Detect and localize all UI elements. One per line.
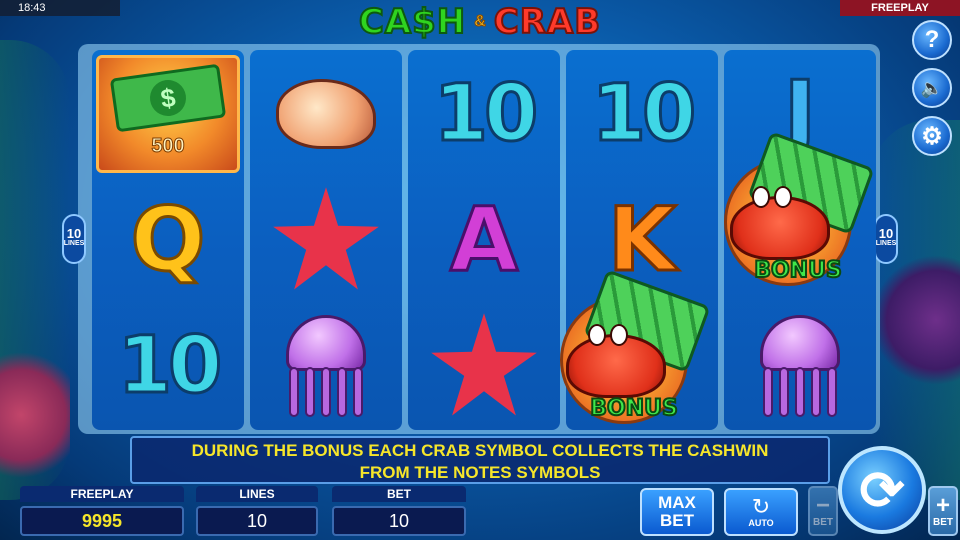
- reel-cell: 10: [92, 306, 244, 426]
- banknote-icon: $: [109, 63, 227, 132]
- reel-cell: 10: [408, 54, 560, 174]
- bet-title: BET: [332, 486, 466, 502]
- reel-cell: [250, 54, 402, 174]
- cash-value: 500: [151, 134, 185, 157]
- dollar-icon: $: [147, 77, 189, 118]
- reel-cell: A: [408, 180, 560, 300]
- settings-icon: ⚙: [921, 122, 943, 150]
- bonus-crab-symbol: BONUS: [708, 131, 875, 296]
- jellyfish-dome: [286, 315, 366, 371]
- jellyfish-tentacle: [321, 367, 331, 417]
- symbol-a: A: [448, 188, 519, 291]
- starfish-symbol: [273, 187, 379, 290]
- jellyfish-symbol: [276, 311, 376, 421]
- lines-panel: LINES 10: [196, 486, 318, 540]
- lines-title: LINES: [196, 486, 318, 502]
- reel-3: 10 A: [408, 50, 560, 430]
- reel-2: [250, 50, 402, 430]
- lines-badge-count: 10: [878, 226, 894, 241]
- info-banner: DURING THE BONUS EACH CRAB SYMBOL COLLEC…: [130, 436, 830, 484]
- freeplay-title: FREEPLAY: [20, 486, 184, 502]
- seashell-symbol: [276, 79, 376, 149]
- game-logo: CA$H & CRAB: [330, 1, 630, 43]
- bonus-label: BONUS: [753, 257, 843, 284]
- symbol-10: 10: [432, 69, 540, 159]
- seaweed-left-decoration: [0, 40, 70, 500]
- spin-button[interactable]: ⟳: [838, 446, 926, 534]
- sound-button[interactable]: 🔈: [912, 68, 952, 108]
- lines-badge-label: LINES: [63, 240, 85, 247]
- crab-eye: [588, 324, 606, 346]
- bonus-label: BONUS: [589, 395, 679, 422]
- auto-play-button[interactable]: ↻ AUTO: [724, 488, 798, 536]
- info-line-1: DURING THE BONUS EACH CRAB SYMBOL COLLEC…: [191, 441, 769, 460]
- help-icon: ?: [924, 26, 940, 53]
- logo-ampersand: &: [474, 13, 487, 31]
- logo-word-crab: CRAB: [493, 1, 602, 43]
- reel-cell: [250, 306, 402, 426]
- jellyfish-symbol: [750, 311, 850, 421]
- bet-decrease-button[interactable]: − BET: [808, 486, 838, 536]
- bet-increase-label: BET: [933, 516, 953, 528]
- reel-cell: $500: [92, 54, 244, 174]
- reel-cell: [408, 306, 560, 426]
- mode-indicator: FREEPLAY: [840, 0, 960, 16]
- jellyfish-dome: [760, 315, 840, 371]
- jellyfish-tentacle: [795, 367, 805, 417]
- lines-badge-left: 10 LINES: [62, 214, 86, 264]
- max-bet-label-2: BET: [660, 511, 694, 530]
- lines-badge-count: 10: [66, 226, 82, 241]
- settings-button[interactable]: ⚙: [912, 116, 952, 156]
- reel-1: $500 Q 10: [92, 50, 244, 430]
- reel-cell: [250, 180, 402, 300]
- jellyfish-tentacle: [763, 367, 773, 417]
- symbol-q: Q: [129, 188, 207, 291]
- logo-word-cash: CA$H: [358, 1, 467, 43]
- bet-panel: BET 10: [332, 486, 466, 540]
- bet-increase-button[interactable]: + BET: [928, 486, 958, 536]
- coral-right-decoration: [880, 250, 960, 390]
- jellyfish-tentacle: [337, 367, 347, 417]
- symbol-10: 10: [116, 321, 224, 411]
- jellyfish-tentacle: [827, 367, 837, 417]
- minus-icon: −: [815, 491, 830, 519]
- symbol-k: K: [606, 188, 677, 291]
- spin-icon: ⟳: [859, 460, 905, 521]
- starfish-symbol: [431, 313, 537, 416]
- auto-play-label: AUTO: [748, 518, 774, 528]
- symbol-10: 10: [590, 69, 698, 159]
- bonus-crab-symbol: BONUS: [544, 269, 711, 434]
- reel-cell: Q: [92, 180, 244, 300]
- info-line-2: FROM THE NOTES SYMBOLS: [359, 463, 601, 482]
- lines-badge-label: LINES: [875, 240, 897, 247]
- jellyfish-tentacle: [305, 367, 315, 417]
- crab-eye: [774, 186, 792, 208]
- jellyfish-tentacle: [811, 367, 821, 417]
- sound-muted-icon: 🔈: [920, 77, 944, 98]
- max-bet-label-1: MAX: [658, 493, 696, 512]
- coral-left-decoration: [0, 340, 70, 490]
- freeplay-panel: FREEPLAY 9995: [20, 486, 184, 540]
- reel-cell: 10: [566, 54, 718, 174]
- max-bet-button[interactable]: MAX BET: [640, 488, 714, 536]
- help-button[interactable]: ?: [912, 20, 952, 60]
- bet-decrease-label: BET: [813, 516, 833, 528]
- crab-eye: [752, 186, 770, 208]
- auto-play-icon: ↻: [751, 494, 771, 519]
- crab-eye: [610, 324, 628, 346]
- clock: 18:43: [0, 0, 120, 16]
- jellyfish-tentacle: [353, 367, 363, 417]
- seaweed-right-decoration: [870, 120, 960, 500]
- jellyfish-tentacle: [289, 367, 299, 417]
- reel-cell: [724, 306, 876, 426]
- cash-symbol: $500: [96, 55, 240, 173]
- freeplay-balance: 9995: [20, 506, 184, 536]
- plus-icon: +: [935, 491, 950, 519]
- lines-value: 10: [196, 506, 318, 536]
- bet-value: 10: [332, 506, 466, 536]
- jellyfish-tentacle: [779, 367, 789, 417]
- lines-badge-right: 10 LINES: [874, 214, 898, 264]
